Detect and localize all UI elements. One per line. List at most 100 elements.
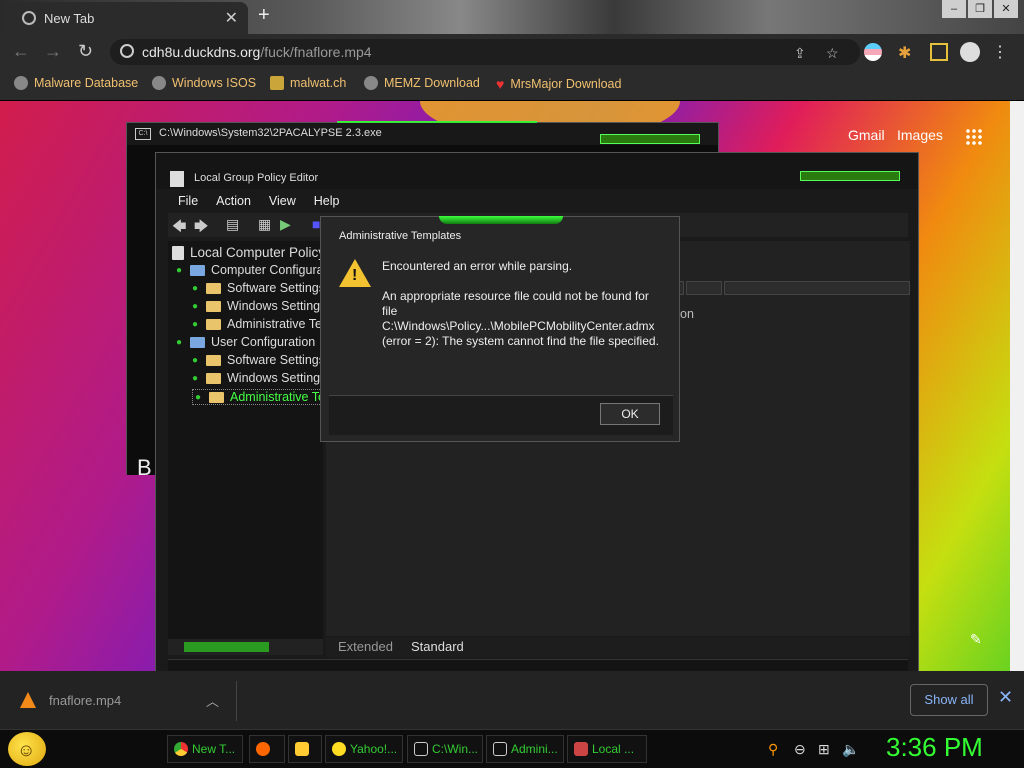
bookmark-malwatch[interactable]: malwat.ch [270, 76, 346, 90]
ok-button[interactable]: OK [600, 403, 660, 425]
chrome-icon [22, 11, 36, 25]
tree-user-configuration[interactable]: ● User Configuration [176, 335, 315, 349]
gpe-titlebar[interactable]: Local Group Policy Editor [156, 153, 918, 189]
bookmark-windows-isos[interactable]: Windows ISOS [152, 76, 256, 90]
tab-title: New Tab [44, 11, 95, 26]
minimize-button[interactable]: – [942, 0, 966, 18]
bookmark-star-icon[interactable]: ☆ [826, 45, 839, 62]
tree-administrative-templates[interactable]: ●Administrative Templates [192, 317, 323, 331]
tree-windows-settings[interactable]: ● Windows Settings [192, 371, 323, 385]
network-icon[interactable]: ⊞ [818, 741, 830, 758]
tree-local-computer-policy[interactable]: Local Computer Policy [172, 245, 323, 260]
dialog-title: Administrative Templates [339, 230, 462, 242]
expand-bullet-icon[interactable]: ● [192, 283, 200, 294]
tree-windows-settings[interactable]: ● Windows Settings [192, 299, 323, 313]
column-header[interactable] [724, 281, 910, 295]
share-icon[interactable]: ⇪ [794, 45, 806, 62]
chrome-icon [174, 742, 188, 756]
close-downloads-icon[interactable]: ✕ [998, 687, 1013, 708]
customize-pencil-icon[interactable]: ✎ [970, 631, 982, 648]
minus-circle-icon[interactable]: ⊖ [794, 741, 806, 758]
window-controls: – ❐ ✕ [942, 0, 1018, 20]
tree-software-settings[interactable]: ● Software Settings [192, 281, 323, 295]
export-list-icon[interactable]: ▶ [280, 216, 291, 233]
details-text-fragment: on [680, 307, 694, 321]
forward-icon[interactable]: → [44, 41, 62, 62]
policy-icon [172, 245, 184, 260]
view-tabs: Extended Standard [326, 637, 910, 657]
close-window-button[interactable]: ✕ [994, 0, 1018, 18]
images-link[interactable]: Images [897, 127, 943, 143]
reload-icon[interactable]: ↻ [78, 41, 93, 62]
taskbar-explorer[interactable] [288, 735, 322, 763]
start-button-smiley[interactable]: ☺ [8, 732, 46, 766]
search-icon[interactable]: ⚲ [768, 741, 778, 758]
folder-icon [206, 318, 221, 330]
gmail-link[interactable]: Gmail [848, 127, 885, 143]
bookmark-memz-download[interactable]: MEMZ Download [364, 76, 480, 90]
taskbar-local-gpe[interactable]: Local ... [567, 735, 647, 763]
maximize-button[interactable]: ❐ [968, 0, 992, 18]
expand-bullet-icon[interactable]: ● [176, 265, 184, 276]
smiley-icon [332, 742, 346, 756]
taskbar-admin-templates[interactable]: Admini... [486, 735, 564, 763]
expand-bullet-icon[interactable]: ● [192, 319, 200, 330]
tree-software-settings[interactable]: ● Software Settings [192, 353, 323, 367]
tab-new-tab[interactable]: New Tab ✕ [8, 2, 248, 34]
address-bar[interactable]: cdh8u.duckdns.org/fuck/fnaflore.mp4 ⇪ ☆ [110, 39, 860, 65]
menu-action[interactable]: Action [216, 191, 251, 211]
extension-flag-icon[interactable] [864, 43, 882, 61]
console-tree: Local Computer Policy ● Computer Configur… [168, 241, 323, 641]
new-tab-button[interactable]: + [258, 4, 270, 27]
menu-view[interactable]: View [269, 191, 296, 211]
cmd-titlebar[interactable]: C:\ C:\Windows\System32\2PACALYPSE 2.3.e… [127, 123, 718, 145]
expand-bullet-icon[interactable]: ● [192, 301, 200, 312]
properties-icon[interactable]: ▦ [258, 216, 271, 233]
folder-icon [206, 354, 221, 366]
globe-icon [152, 76, 166, 90]
menu-file[interactable]: File [178, 191, 198, 211]
column-header[interactable] [686, 281, 722, 295]
cmd-window-buttons[interactable] [600, 134, 700, 144]
site-info-icon[interactable] [120, 44, 134, 58]
download-filename[interactable]: fnaflore.mp4 [49, 693, 121, 708]
more-menu-icon[interactable]: ⋮ [992, 42, 1008, 62]
taskbar-cmd[interactable]: C:\Win... [407, 735, 483, 763]
taskbar: ☺ New T... Yahoo!... C:\Win... Admini...… [0, 729, 1024, 768]
expand-bullet-icon[interactable]: ● [192, 355, 200, 366]
cmd-output-text: B [137, 455, 152, 480]
bookmark-malware-database[interactable]: Malware Database [14, 76, 138, 90]
back-arrow-icon[interactable]: 🡄 [172, 216, 186, 240]
tab-extended[interactable]: Extended [338, 639, 393, 654]
profile-avatar[interactable] [960, 42, 980, 62]
expand-bullet-icon[interactable]: ● [192, 373, 200, 384]
show-all-button[interactable]: Show all [910, 684, 988, 716]
taskbar-chrome[interactable]: New T... [167, 735, 243, 763]
tree-computer-configuration[interactable]: ●Computer Configuration [176, 263, 323, 277]
close-tab-icon[interactable]: ✕ [225, 8, 238, 28]
menu-help[interactable]: Help [314, 191, 340, 211]
bookmark-mrsmajor-download[interactable]: ♥ MrsMajor Download [496, 76, 621, 92]
chevron-up-icon[interactable]: ︿ [206, 691, 219, 710]
back-icon[interactable]: ← [12, 41, 30, 62]
expand-bullet-icon[interactable]: ● [195, 392, 203, 403]
scrollbar-thumb[interactable] [184, 642, 269, 652]
taskbar-yahoo[interactable]: Yahoo!... [325, 735, 403, 763]
taskbar-clock[interactable]: 3:36 PM [886, 732, 983, 763]
console-tree-icon[interactable]: ▤ [226, 216, 239, 233]
volume-icon[interactable]: 🔈 [842, 741, 859, 758]
taskbar-firefox[interactable] [249, 735, 285, 763]
tree-horizontal-scrollbar[interactable] [168, 639, 323, 655]
page-scrollbar[interactable] [1010, 101, 1024, 671]
side-panel-icon[interactable] [930, 43, 948, 61]
vlc-cone-icon [20, 692, 36, 708]
tab-standard[interactable]: Standard [411, 639, 464, 654]
extensions-puzzle-icon[interactable]: ✱ [898, 43, 916, 62]
computer-icon [190, 264, 205, 276]
tree-administrative-templates-selected[interactable]: ●Administrative Templates [192, 389, 323, 405]
forward-arrow-icon[interactable]: 🡆 [194, 216, 208, 240]
gpe-window-buttons[interactable] [800, 171, 900, 181]
expand-bullet-icon[interactable]: ● [176, 337, 184, 348]
policy-icon [574, 742, 588, 756]
google-apps-icon[interactable] [965, 128, 983, 146]
